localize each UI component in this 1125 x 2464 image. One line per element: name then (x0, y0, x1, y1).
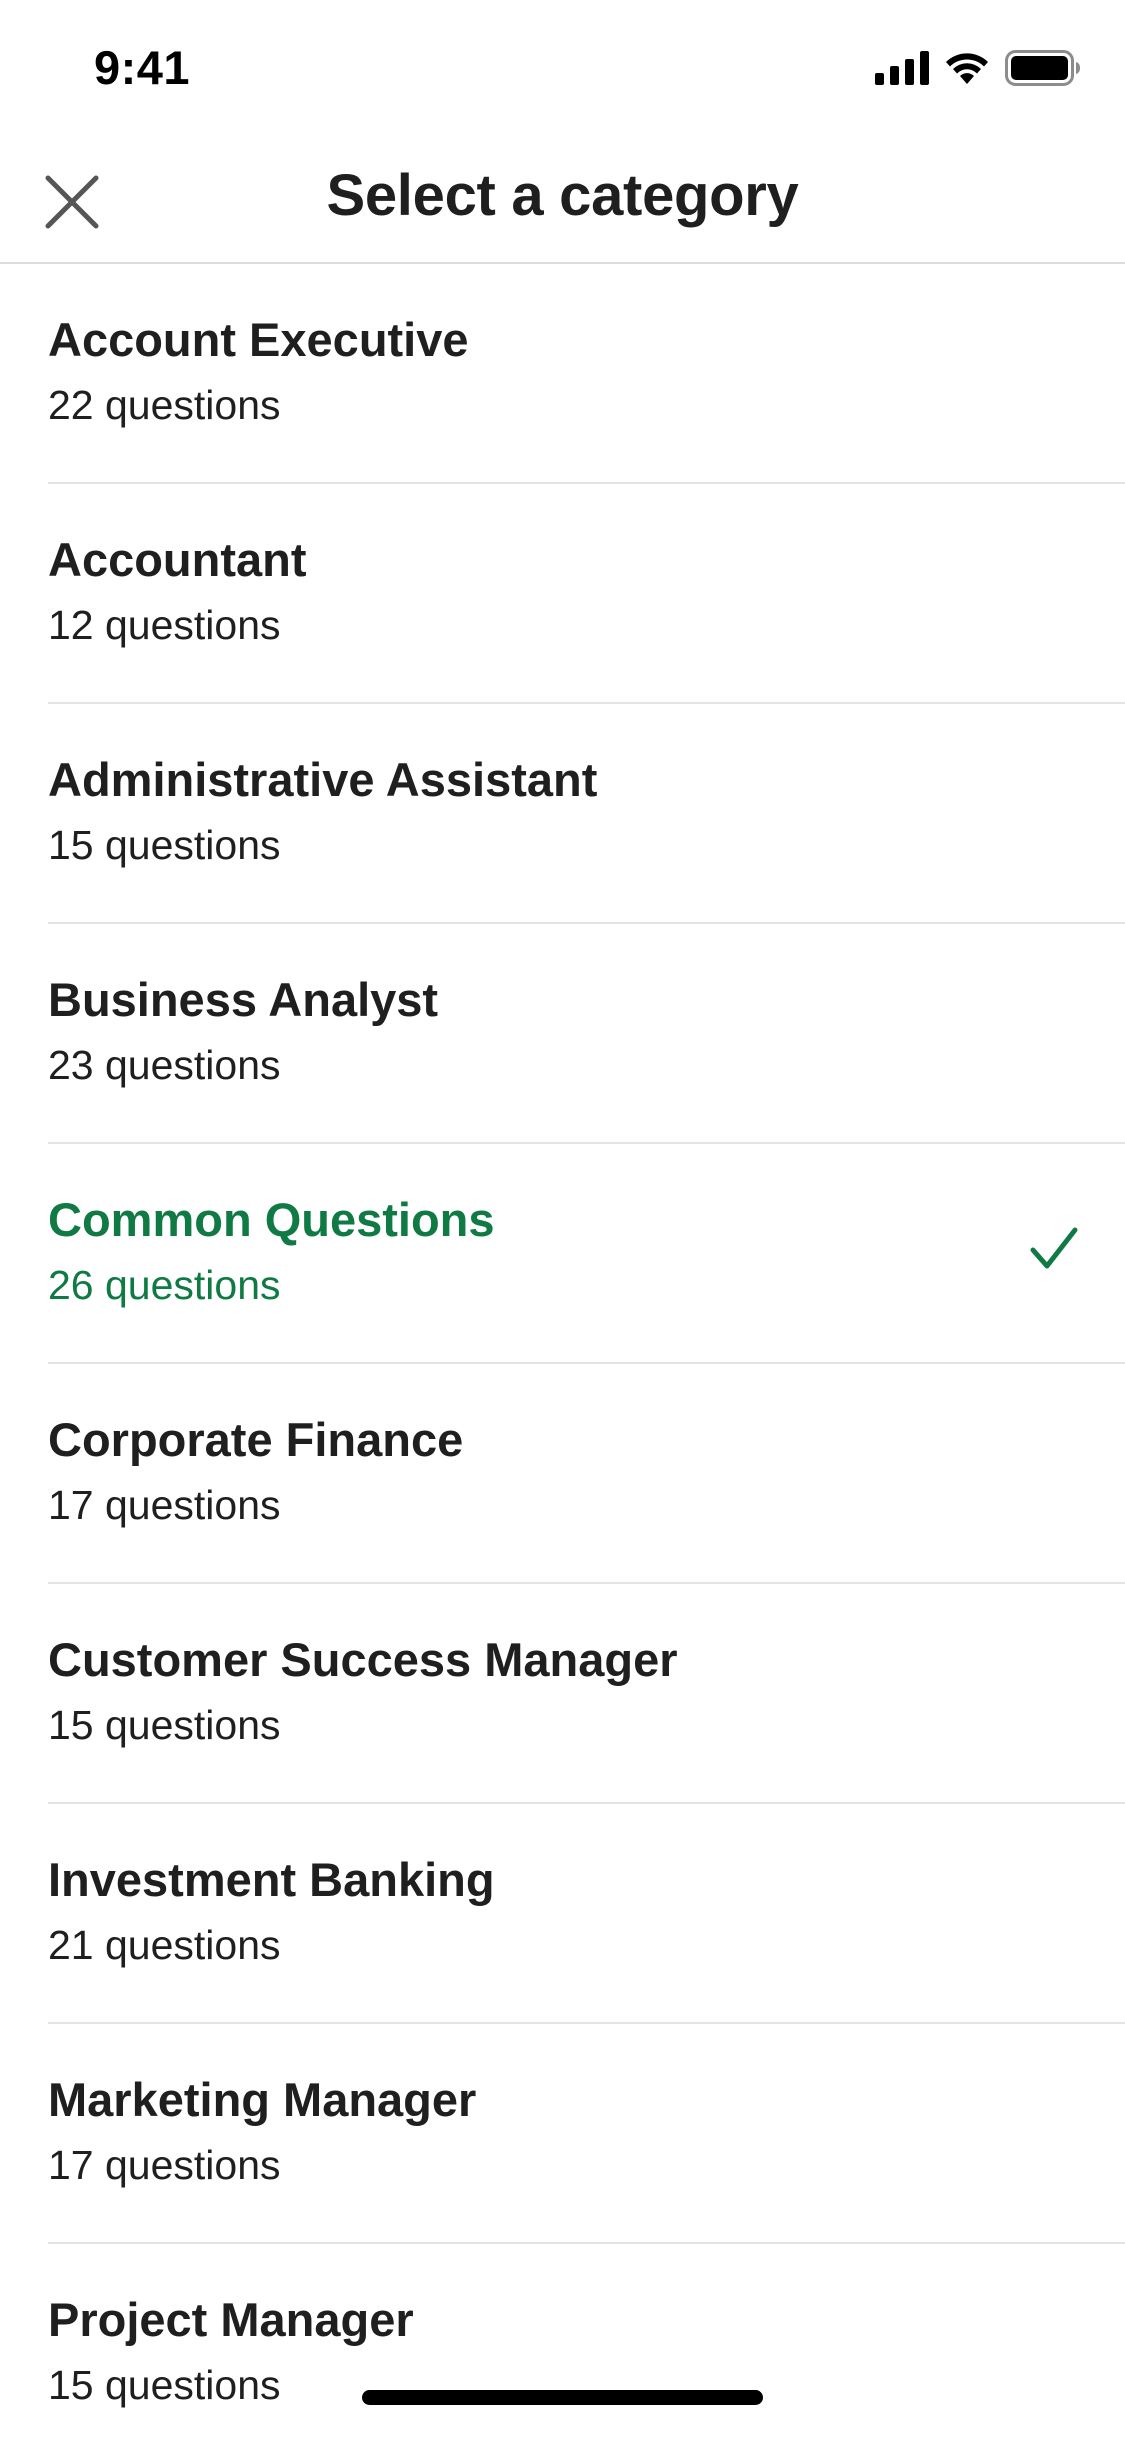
category-row[interactable]: Accountant 12 questions (0, 484, 1125, 704)
check-icon (1029, 1226, 1079, 1277)
category-row[interactable]: Corporate Finance 17 questions (0, 1364, 1125, 1584)
category-title: Account Executive (48, 313, 469, 366)
wifi-icon (943, 50, 991, 86)
category-row[interactable]: Administrative Assistant 15 questions (0, 704, 1125, 924)
category-title: Administrative Assistant (48, 753, 598, 806)
category-title: Marketing Manager (48, 2073, 477, 2126)
category-row[interactable]: Business Analyst 23 questions (0, 924, 1125, 1144)
category-row[interactable]: Investment Banking 21 questions (0, 1804, 1125, 2024)
home-indicator[interactable] (362, 2390, 763, 2405)
status-icons (875, 50, 1081, 86)
category-title: Customer Success Manager (48, 1633, 678, 1686)
category-count: 22 questions (48, 382, 281, 428)
category-count: 21 questions (48, 1922, 281, 1968)
category-count: 12 questions (48, 602, 281, 648)
category-count: 15 questions (48, 1702, 281, 1748)
signal-icon (875, 51, 929, 85)
header: Select a category (0, 132, 1125, 264)
category-row[interactable]: Customer Success Manager 15 questions (0, 1584, 1125, 1804)
status-time: 9:41 (94, 41, 191, 94)
status-bar: 9:41 (0, 0, 1125, 132)
category-count: 26 questions (48, 1262, 281, 1308)
category-count: 17 questions (48, 2142, 281, 2188)
category-row[interactable]: Account Executive 22 questions (0, 264, 1125, 484)
category-count: 23 questions (48, 1042, 281, 1088)
category-count: 15 questions (48, 822, 281, 868)
category-row[interactable]: Marketing Manager 17 questions (0, 2024, 1125, 2244)
category-title: Project Manager (48, 2293, 414, 2346)
battery-icon (1005, 50, 1081, 86)
category-list: Account Executive 22 questions Accountan… (0, 264, 1125, 2464)
category-count: 17 questions (48, 1482, 281, 1528)
page-title: Select a category (326, 163, 799, 228)
category-title: Investment Banking (48, 1853, 495, 1906)
category-count: 15 questions (48, 2362, 281, 2408)
category-row[interactable]: Project Manager 15 questions (0, 2244, 1125, 2464)
category-title: Business Analyst (48, 973, 439, 1026)
category-row[interactable]: Common Questions 26 questions (0, 1144, 1125, 1364)
category-title: Corporate Finance (48, 1413, 464, 1466)
category-title: Common Questions (48, 1193, 495, 1246)
category-title: Accountant (48, 533, 307, 586)
